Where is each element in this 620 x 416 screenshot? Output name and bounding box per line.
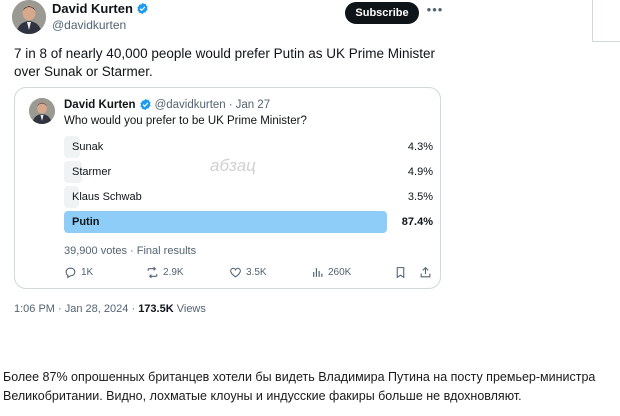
tweet-header: David Kurten @davidkurten Subscribe •••: [12, 0, 620, 34]
heart-icon: [230, 267, 241, 278]
quoted-author-name[interactable]: David Kurten: [64, 99, 136, 111]
repost-icon: [147, 266, 158, 279]
poll-option: Sunak 4.3%: [64, 136, 433, 158]
bookmark-icon: [396, 267, 405, 279]
avatar[interactable]: [29, 98, 55, 124]
poll-option-winner: Putin 87.4%: [64, 211, 433, 233]
views-count: 260K: [328, 267, 352, 278]
caption-text: Более 87% опрошенных британцев хотели бы…: [3, 370, 596, 403]
tweet-text: 7 in 8 of nearly 40,000 people would pre…: [14, 46, 435, 79]
reply-icon: [65, 267, 76, 279]
separator-dot: ·: [228, 98, 233, 111]
tweet-date[interactable]: Jan 28, 2024: [65, 303, 129, 315]
action-bar: 1K 2.9K 3.5K 260K: [64, 266, 434, 282]
poll-option-label: Starmer: [72, 166, 112, 178]
avatar[interactable]: [12, 0, 46, 34]
like-count: 3.5K: [246, 267, 267, 278]
poll-option-label: Klaus Schwab: [72, 191, 142, 203]
subscribe-button[interactable]: Subscribe: [345, 2, 419, 24]
quoted-tweet-date[interactable]: Jan 27: [236, 99, 271, 111]
poll-option-label: Putin: [72, 216, 100, 228]
author-handle[interactable]: @davidkurten: [52, 18, 149, 32]
poll-option: Starmer 4.9%: [64, 161, 433, 183]
repost-button[interactable]: 2.9K: [146, 266, 184, 279]
verified-badge-icon: [137, 2, 148, 15]
avatar-image: [29, 98, 55, 124]
quoted-tweet-header: David Kurten @davidkurten · Jan 27: [64, 98, 270, 111]
tweet-views-count: 173.5K: [138, 303, 174, 315]
repost-count: 2.9K: [163, 267, 184, 278]
poll-option-percent: 3.5%: [407, 191, 433, 203]
reply-button[interactable]: 1K: [64, 266, 93, 279]
poll-option-percent: 87.4%: [401, 216, 433, 228]
poll-bar: [64, 211, 387, 233]
tweet-views-label: Views: [176, 303, 206, 315]
share-button[interactable]: [419, 266, 432, 279]
poll-question: Who would you prefer to be UK Prime Mini…: [64, 115, 307, 127]
tweet-meta: 1:06 PM · Jan 28, 2024 · 173.5K Views: [14, 303, 206, 315]
corner-frame: [592, 0, 620, 42]
separator-dot: ·: [58, 303, 65, 315]
poll-option-label: Sunak: [72, 141, 104, 153]
tweet-time[interactable]: 1:06 PM: [14, 303, 55, 315]
poll-option: Klaus Schwab 3.5%: [64, 186, 433, 208]
quoted-tweet-card[interactable]: David Kurten @davidkurten · Jan 27 Who w…: [14, 87, 441, 289]
author-block: David Kurten @davidkurten: [52, 1, 149, 32]
bar-chart-icon: [313, 268, 323, 277]
bookmark-button[interactable]: [394, 266, 407, 279]
more-horizontal-icon[interactable]: •••: [426, 3, 444, 21]
like-button[interactable]: 3.5K: [229, 266, 267, 279]
author-name[interactable]: David Kurten: [52, 1, 133, 16]
reply-count: 1K: [81, 267, 94, 278]
poll-option-percent: 4.3%: [407, 141, 433, 153]
quoted-author-handle[interactable]: @davidkurten: [155, 99, 226, 111]
verified-badge-icon: [139, 98, 151, 111]
avatar-image: [12, 0, 46, 34]
poll-option-percent: 4.9%: [407, 166, 433, 178]
views-button[interactable]: 260K: [311, 266, 351, 279]
poll-summary: 39,900 votes · Final results: [64, 245, 197, 257]
share-icon: [420, 266, 431, 278]
